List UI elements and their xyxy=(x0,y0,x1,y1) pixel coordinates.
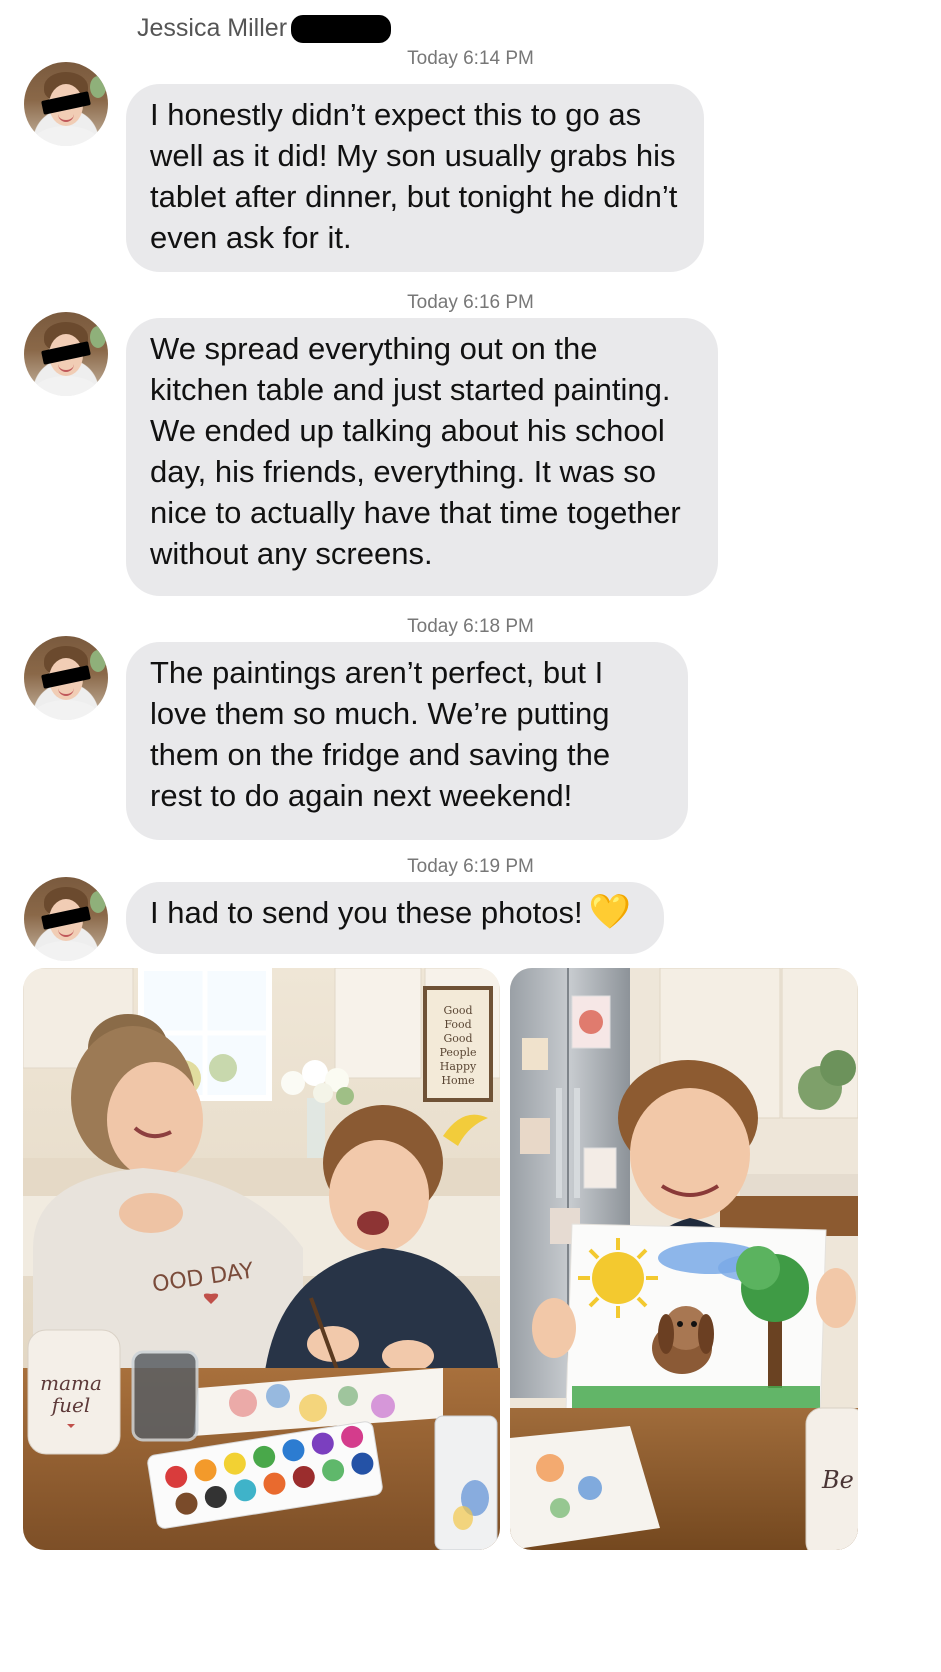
message-bubble[interactable]: I had to send you these photos! 💛 xyxy=(126,882,664,954)
sign-line: People xyxy=(439,1046,476,1059)
sign-line: Home xyxy=(441,1074,474,1087)
message-timestamp: Today 6:18 PM xyxy=(407,616,534,637)
contact-avatar[interactable] xyxy=(24,312,108,396)
sign-line: Food xyxy=(444,1018,471,1031)
contact-avatar[interactable] xyxy=(24,636,108,720)
sign-line: Good xyxy=(443,1032,472,1045)
yellow-heart-icon: 💛 xyxy=(588,893,631,931)
contact-avatar[interactable] xyxy=(24,62,108,146)
message-text: I honestly didn’t expect this to go as w… xyxy=(150,97,678,255)
message-bubble[interactable]: The paintings aren’t perfect, but I love… xyxy=(126,642,688,840)
message-bubble[interactable]: I honestly didn’t expect this to go as w… xyxy=(126,84,704,272)
photo-son-holding-painting[interactable]: Be xyxy=(510,968,858,1550)
sign-line: Happy xyxy=(440,1060,477,1073)
contact-avatar[interactable] xyxy=(24,877,108,961)
message-timestamp: Today 6:16 PM xyxy=(407,292,534,313)
message-timestamp: Today 6:14 PM xyxy=(407,48,534,69)
sign-line: Good xyxy=(443,1004,472,1017)
contact-name[interactable]: Jessica Miller xyxy=(137,14,287,43)
message-text: We spread everything out on the kitchen … xyxy=(150,331,681,571)
redaction-bar xyxy=(291,14,392,43)
mug-text: fuel xyxy=(50,1393,91,1417)
message-timestamp: Today 6:19 PM xyxy=(407,856,534,877)
photo-mother-and-son-painting[interactable]: Good Food Good People Happy Home OOD DAY xyxy=(23,968,500,1550)
message-text: I had to send you these photos! xyxy=(150,895,583,930)
mug-text: mama xyxy=(40,1371,102,1395)
mug-text: Be xyxy=(821,1466,854,1494)
contact-header[interactable]: Jessica Miller xyxy=(137,14,392,43)
message-bubble[interactable]: We spread everything out on the kitchen … xyxy=(126,318,718,596)
message-text: The paintings aren’t perfect, but I love… xyxy=(150,655,611,813)
